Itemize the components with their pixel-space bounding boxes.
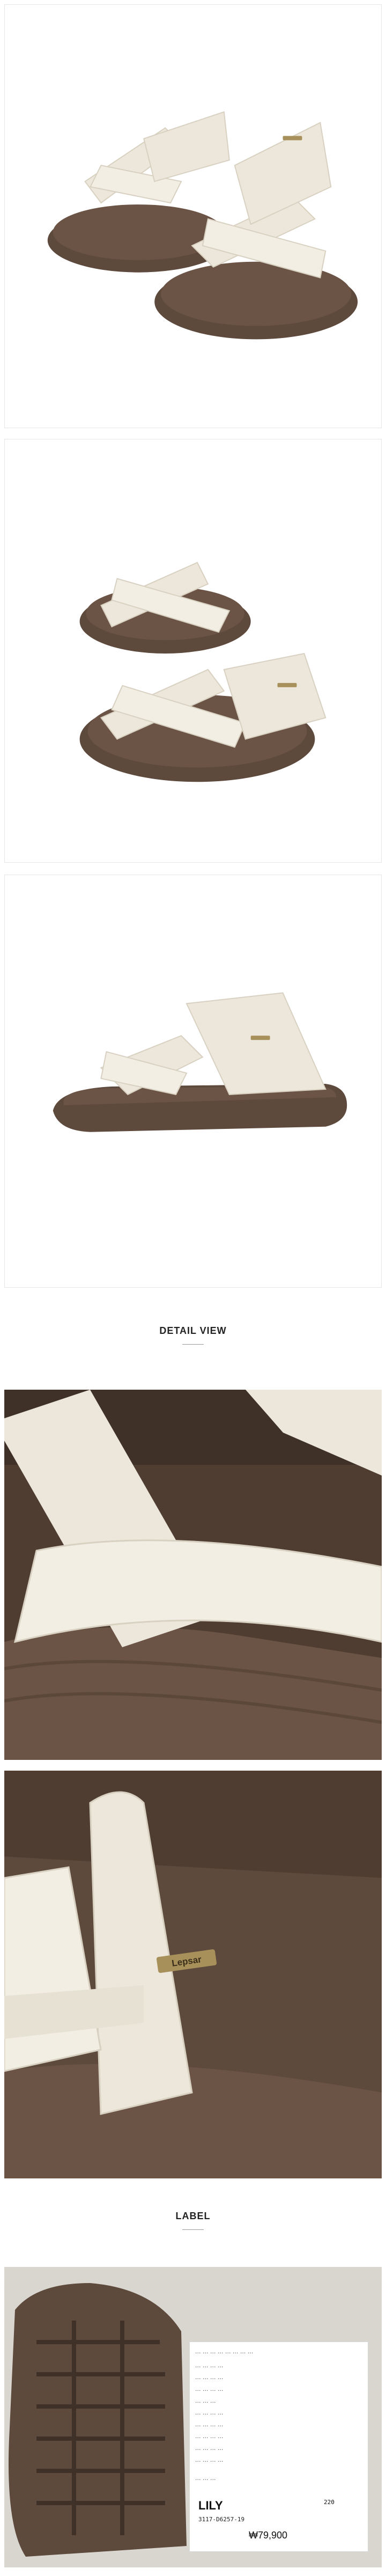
- tag-text-line: ··· ··· ··· ···: [195, 2387, 224, 2394]
- tag-text-line: ··· ··· ··· ···: [195, 2411, 224, 2418]
- tag-text-line: ··· ··· ··· ···: [195, 2364, 224, 2370]
- tag-text-line: ··· ··· ···: [195, 2476, 216, 2483]
- sandal-pair-angle-illustration: [5, 439, 381, 862]
- product-photo-side-view: [4, 875, 382, 1288]
- tag-text-line: ··· ··· ··· ··· ··· ··· ··· ···: [195, 2350, 254, 2357]
- sandal-side-illustration: [5, 875, 381, 1287]
- tag-text-line: ··· ··· ···: [195, 2399, 216, 2406]
- label-divider: [182, 2229, 204, 2230]
- tag-text-line: ··· ··· ··· ···: [195, 2423, 224, 2430]
- tag-text-line: ··· ··· ··· ···: [195, 2458, 224, 2465]
- tag-product-code: 3117-D6257-19: [198, 2516, 245, 2523]
- tag-model-name: LILY: [198, 2499, 223, 2512]
- tag-text-line: ··· ··· ··· ···: [195, 2434, 224, 2441]
- sandal-pair-top-illustration: [5, 5, 381, 428]
- detail-photo-straps: [4, 1390, 382, 1760]
- strap-closeup-illustration: [4, 1390, 382, 1760]
- label-heading: LABEL: [175, 2211, 211, 2221]
- price-tag: ··· ··· ··· ··· ··· ··· ··· ··· ··· ··· …: [190, 2342, 368, 2551]
- tag-size: 220: [324, 2499, 335, 2506]
- product-photo-angle-view: [4, 439, 382, 863]
- detail-view-heading: DETAIL VIEW: [159, 1325, 227, 1336]
- detail-view-divider: [182, 1344, 204, 1345]
- detail-photo-logo: Lepsar: [4, 1771, 382, 2178]
- tag-text-line: ··· ··· ··· ···: [195, 2446, 224, 2453]
- logo-closeup-illustration: Lepsar: [4, 1771, 382, 2178]
- product-photo-top-view: [4, 4, 382, 428]
- tag-text-line: ··· ··· ··· ···: [195, 2375, 224, 2382]
- tag-price: ₩79,900: [249, 2530, 288, 2541]
